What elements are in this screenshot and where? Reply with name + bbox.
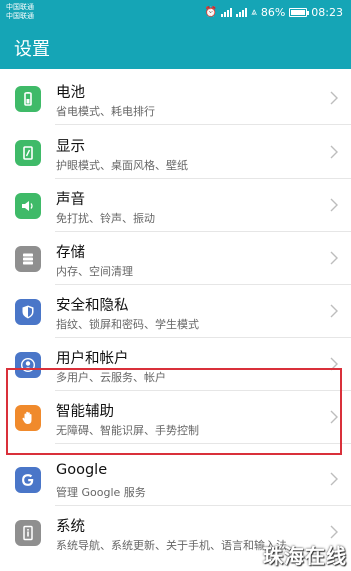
chevron-right-icon: [330, 472, 338, 486]
carrier-label-2: 中国联通: [6, 12, 34, 20]
alarm-icon: ⏰: [204, 6, 218, 18]
app-header: 设置: [0, 24, 351, 69]
chevron-right-icon: [330, 91, 338, 105]
clock: 08:23: [311, 5, 343, 19]
chevron-right-icon: [330, 251, 338, 265]
chevron-right-icon: [330, 357, 338, 371]
chevron-right-icon: [330, 145, 338, 159]
signal-icon-1: [221, 7, 233, 17]
settings-item-subtitle: 指纹、锁屏和密码、学生模式: [56, 318, 199, 331]
google-icon: [15, 467, 41, 493]
status-bar: 中国联通 中国联通 ⏰ ⩓ 86% 08:23: [0, 0, 351, 24]
settings-item[interactable]: 智能辅助无障碍、智能识屏、手势控制: [0, 391, 351, 444]
page-title: 设置: [14, 39, 50, 60]
chevron-right-icon: [330, 525, 338, 539]
carrier-label-1: 中国联通: [6, 3, 34, 11]
signal-icon-2: [236, 7, 248, 17]
settings-item[interactable]: 显示护眼模式、桌面风格、壁纸: [0, 126, 351, 179]
settings-item-subtitle: 管理 Google 服务: [56, 486, 146, 499]
settings-item[interactable]: 存储 内存、空间清理: [0, 232, 351, 285]
settings-item-title: 系统: [56, 519, 85, 535]
settings-item-title: 声音: [56, 192, 85, 208]
settings-item-subtitle: 多用户、云服务、帐户: [56, 371, 166, 384]
settings-item-subtitle: 免打扰、铃声、振动: [56, 212, 155, 225]
user-icon: [15, 352, 41, 378]
settings-item-subtitle: 省电模式、耗电排行: [56, 105, 155, 118]
settings-item-title: 智能辅助: [56, 404, 114, 420]
wifi-icon: ⩓: [251, 6, 257, 18]
settings-item-subtitle: 护眼模式、桌面风格、壁纸: [56, 159, 188, 172]
hand-icon: [15, 405, 41, 431]
settings-item[interactable]: 用户和帐户多用户、云服务、帐户: [0, 338, 351, 391]
settings-item[interactable]: 电池省电模式、耗电排行: [0, 72, 351, 125]
info-icon: [15, 520, 41, 546]
shield-icon: [15, 299, 41, 325]
chevron-right-icon: [330, 304, 338, 318]
chevron-right-icon: [330, 410, 338, 424]
settings-item[interactable]: 声音免打扰、铃声、振动: [0, 179, 351, 232]
battery-icon: [15, 86, 41, 112]
speaker-icon: [15, 193, 41, 219]
settings-item-subtitle: 内存、空间清理: [56, 265, 133, 278]
storage-icon: [15, 246, 41, 272]
settings-item-title: 用户和帐户: [56, 351, 129, 367]
watermark: 珠海在线: [263, 544, 347, 568]
settings-item-subtitle: 无障碍、智能识屏、手势控制: [56, 424, 199, 437]
settings-item[interactable]: Google 管理 Google 服务: [0, 453, 351, 506]
display-icon: [15, 140, 41, 166]
settings-item[interactable]: 安全和隐私指纹、锁屏和密码、学生模式: [0, 285, 351, 338]
battery-status-icon: [289, 7, 310, 17]
battery-percent: 86%: [260, 5, 286, 19]
settings-item-title: 安全和隐私: [56, 298, 129, 314]
settings-item-subtitle: 系统导航、系统更新、关于手机、语言和输入法: [56, 539, 287, 552]
chevron-right-icon: [330, 198, 338, 212]
settings-item-title: 存储: [56, 245, 85, 261]
settings-item-title: 电池: [56, 85, 85, 101]
settings-item-title: Google: [56, 462, 108, 478]
settings-item-title: 显示: [56, 139, 85, 155]
